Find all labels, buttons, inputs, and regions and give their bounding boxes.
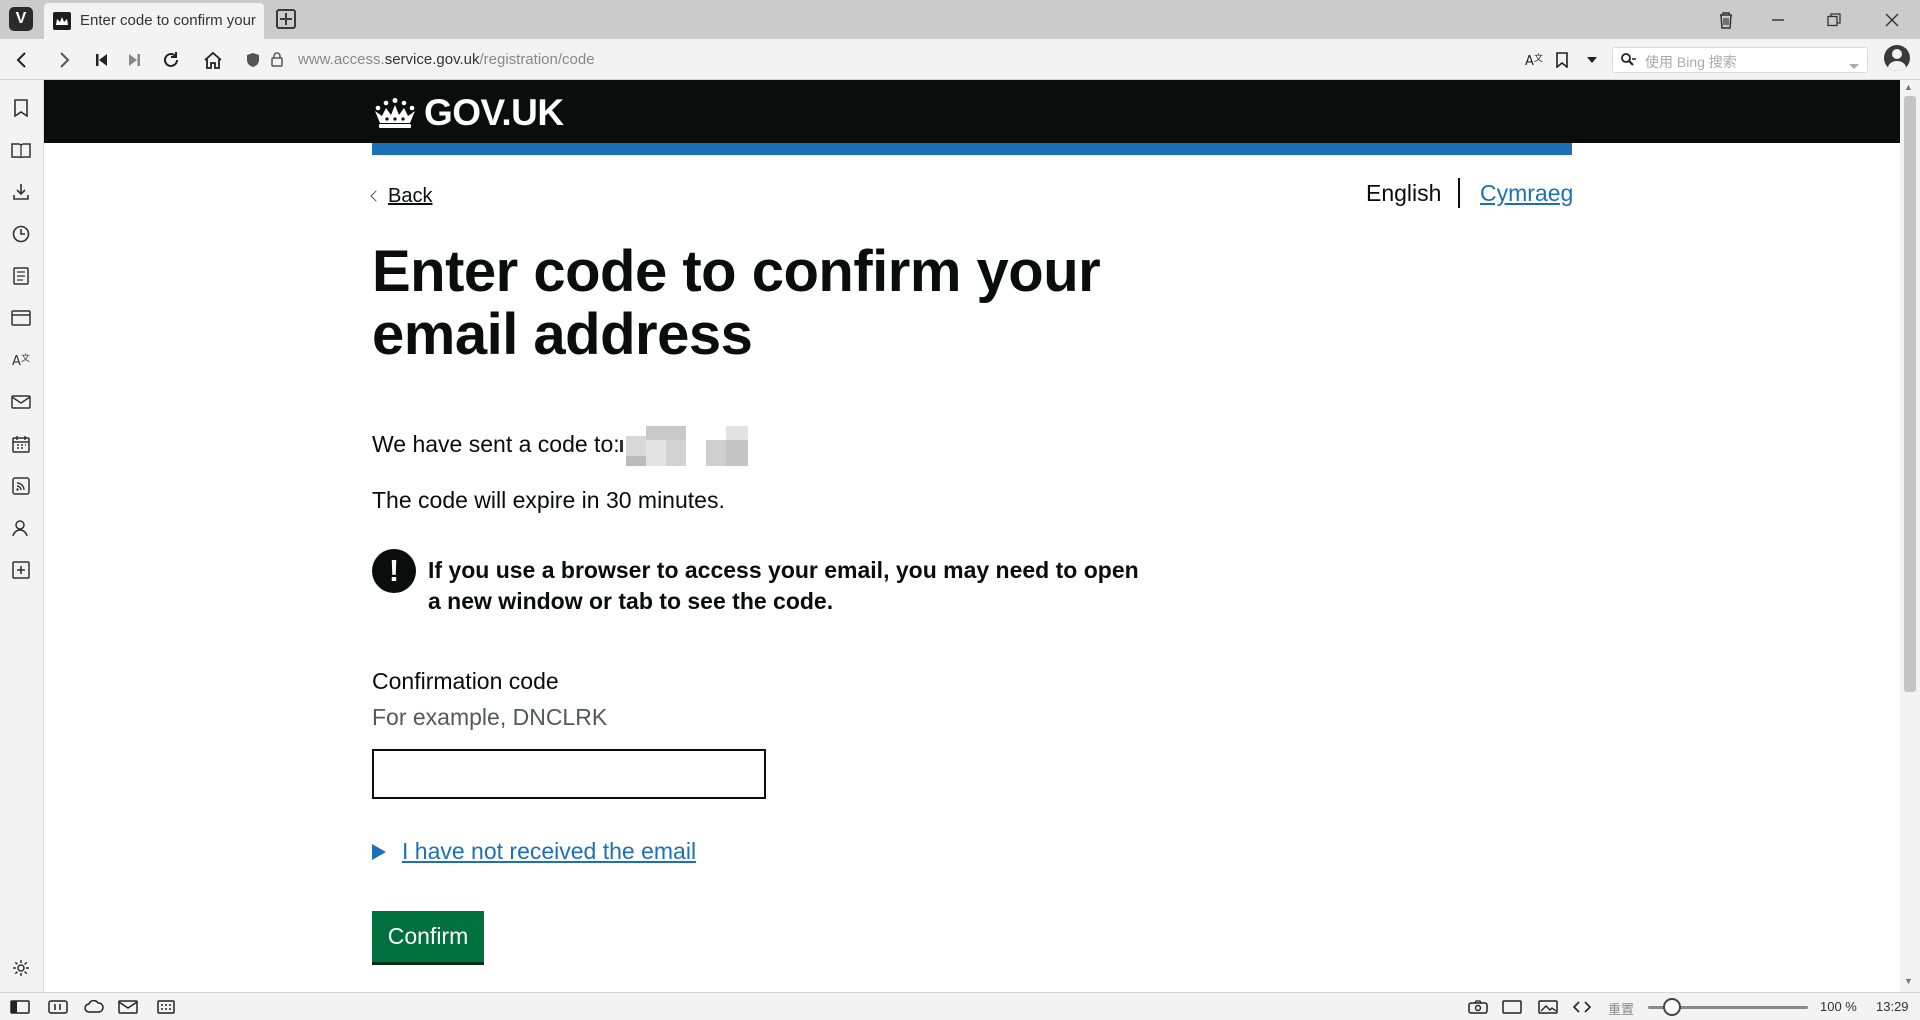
translate-panel-icon[interactable]: A文 xyxy=(10,349,32,371)
shield-icon[interactable] xyxy=(246,52,260,73)
notes-icon[interactable] xyxy=(10,265,32,287)
sent-to-text: We have sent a code to: xyxy=(372,431,620,457)
url-text: www.access.service.gov.uk/registration/c… xyxy=(298,51,595,68)
calendar-icon[interactable] xyxy=(10,433,32,455)
mail-icon[interactable] xyxy=(10,391,32,413)
search-engine-dropdown-icon[interactable] xyxy=(1849,57,1859,75)
image-toggle-icon[interactable] xyxy=(1538,999,1558,1015)
language-separator xyxy=(1458,178,1460,208)
svg-text:A: A xyxy=(1525,54,1534,68)
trash-icon[interactable] xyxy=(1700,0,1752,39)
page-title: Enter code to confirm your email address xyxy=(372,239,1101,367)
crown-icon xyxy=(375,98,415,128)
home-icon[interactable] xyxy=(199,47,227,73)
settings-gear-icon[interactable] xyxy=(10,957,32,979)
search-icon xyxy=(1621,53,1637,72)
not-received-details[interactable]: I have not received the email xyxy=(372,838,696,865)
status-calendar-icon[interactable] xyxy=(156,999,176,1015)
vivaldi-menu-icon[interactable]: V xyxy=(9,7,33,31)
status-mail-icon[interactable] xyxy=(118,999,138,1015)
reading-list-icon[interactable] xyxy=(10,139,32,161)
chevron-left-icon xyxy=(370,190,382,202)
tab-bar: V Enter code to confirm your xyxy=(0,0,1920,39)
bookmarks-panel-icon[interactable] xyxy=(10,97,32,119)
search-field[interactable]: 使用 Bing 搜索 xyxy=(1612,47,1868,73)
tab-active[interactable]: Enter code to confirm your xyxy=(44,3,264,39)
capture-camera-icon[interactable] xyxy=(1468,999,1488,1015)
language-cymraeg-link[interactable]: Cymraeg xyxy=(1480,180,1573,207)
zoom-reset-label[interactable]: 重置 xyxy=(1608,999,1634,1018)
svg-text:A: A xyxy=(12,354,21,368)
dropdown-icon[interactable] xyxy=(1578,47,1606,73)
downloads-icon[interactable] xyxy=(10,181,32,203)
gov-header: GOV.UK xyxy=(44,80,1900,143)
not-received-link[interactable]: I have not received the email xyxy=(402,838,696,864)
bookmark-icon[interactable] xyxy=(1548,47,1576,73)
triangle-right-icon xyxy=(372,844,386,860)
forward-icon[interactable] xyxy=(50,47,78,73)
minimize-icon[interactable] xyxy=(1752,0,1804,39)
back-link[interactable]: Back xyxy=(370,185,432,208)
panel-toggle-icon[interactable] xyxy=(10,999,30,1015)
confirmation-code-hint: For example, DNCLRK xyxy=(372,704,608,730)
scroll-up-icon[interactable]: ▲ xyxy=(1904,82,1913,92)
rewind-icon[interactable] xyxy=(88,47,116,73)
web-page: GOV.UK Back English Cymraeg Enter code t… xyxy=(44,80,1900,992)
clock: 13:29 xyxy=(1876,999,1909,1014)
redacted-email xyxy=(620,426,750,466)
page-tiling-icon[interactable] xyxy=(1502,999,1522,1015)
confirm-button[interactable]: Confirm xyxy=(372,911,484,962)
search-placeholder: 使用 Bing 搜索 xyxy=(1645,54,1737,70)
fast-forward-icon[interactable] xyxy=(120,47,148,73)
window-panel-icon[interactable] xyxy=(10,307,32,329)
add-panel-icon[interactable] xyxy=(10,559,32,581)
zoom-level: 100 % xyxy=(1820,999,1857,1014)
scroll-down-icon[interactable]: ▼ xyxy=(1904,976,1913,986)
address-bar: www.access.service.gov.uk/registration/c… xyxy=(0,39,1920,80)
reload-icon[interactable] xyxy=(157,47,185,73)
contacts-icon[interactable] xyxy=(10,517,32,539)
scrollbar-thumb[interactable] xyxy=(1904,96,1916,692)
close-icon[interactable] xyxy=(1866,0,1918,39)
side-panel: A文 xyxy=(0,80,44,992)
translate-icon[interactable]: A文 xyxy=(1520,47,1548,73)
sync-cloud-icon[interactable] xyxy=(84,999,104,1015)
svg-text:文: 文 xyxy=(1534,52,1543,64)
restore-icon[interactable] xyxy=(1808,0,1860,39)
crown-favicon-icon xyxy=(53,12,71,30)
back-icon[interactable] xyxy=(8,47,36,73)
confirmation-code-label: Confirmation code xyxy=(372,668,559,694)
tab-tiling-icon[interactable] xyxy=(48,999,68,1015)
expiry-text: The code will expire in 30 minutes. xyxy=(372,487,725,513)
gov-uk-brand: GOV.UK xyxy=(424,92,564,133)
svg-text:文: 文 xyxy=(21,352,30,364)
new-tab-icon[interactable] xyxy=(276,9,296,29)
header-blue-bar xyxy=(372,143,1572,155)
page-actions-icon[interactable] xyxy=(1572,999,1592,1015)
profile-avatar[interactable] xyxy=(1884,45,1910,71)
warning-text: If you use a browser to access your emai… xyxy=(428,557,1139,614)
gov-uk-logo[interactable]: GOV.UK xyxy=(372,92,564,134)
url-field[interactable]: www.access.service.gov.uk/registration/c… xyxy=(240,47,1530,73)
language-english: English xyxy=(1366,180,1442,206)
feeds-icon[interactable] xyxy=(10,475,32,497)
zoom-slider-knob[interactable] xyxy=(1663,998,1681,1016)
status-bar: 重置 100 % 13:29 xyxy=(0,992,1920,1020)
confirmation-code-input[interactable] xyxy=(372,749,766,799)
warning-icon: ! xyxy=(372,549,416,593)
tab-title: Enter code to confirm your xyxy=(80,12,256,29)
lock-icon[interactable] xyxy=(270,51,284,72)
history-icon[interactable] xyxy=(10,223,32,245)
